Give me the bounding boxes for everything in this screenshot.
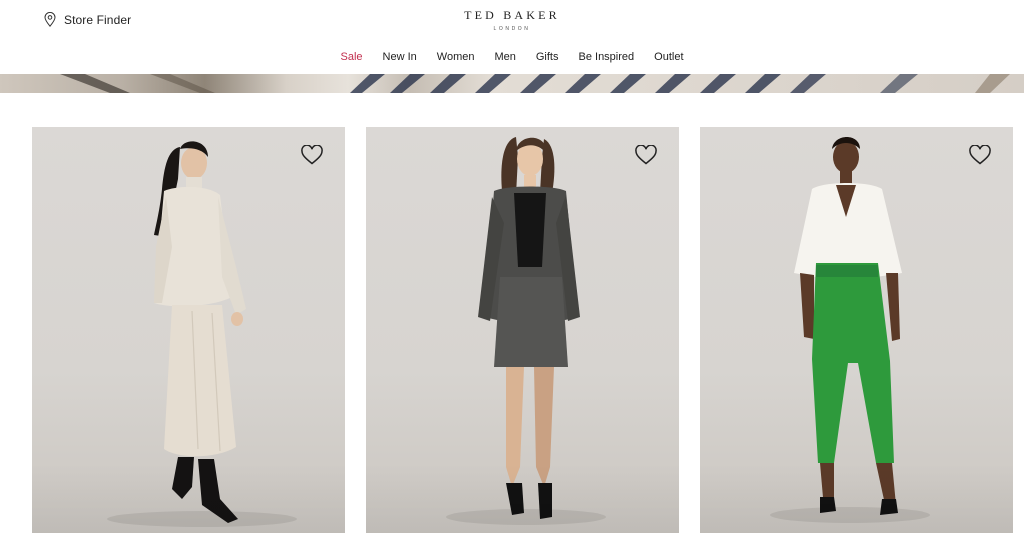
heart-outline-icon[interactable] — [969, 145, 991, 165]
heart-outline-icon[interactable] — [635, 145, 657, 165]
nav-item-gifts[interactable]: Gifts — [526, 51, 569, 63]
hero-banner-image — [60, 74, 1010, 93]
product-card[interactable] — [366, 127, 679, 533]
nav-item-outlet[interactable]: Outlet — [644, 51, 693, 63]
nav-item-new-in[interactable]: New In — [373, 51, 427, 63]
nav-item-men[interactable]: Men — [484, 51, 525, 63]
heart-outline-icon[interactable] — [301, 145, 323, 165]
product-card[interactable] — [700, 127, 1013, 533]
site-header: Store Finder TED BAKER LONDON Sale New I… — [0, 0, 1024, 74]
nav-item-be-inspired[interactable]: Be Inspired — [569, 51, 645, 63]
floor-shadow — [366, 463, 679, 533]
logo-subtext: LONDON — [493, 26, 531, 32]
nav-item-women[interactable]: Women — [427, 51, 485, 63]
main-nav: Sale New In Women Men Gifts Be Inspired … — [0, 51, 1024, 63]
nav-item-sale[interactable]: Sale — [330, 51, 372, 63]
product-card[interactable] — [32, 127, 345, 533]
floor-shadow — [32, 463, 345, 533]
brand-logo[interactable]: TED BAKER LONDON — [0, 8, 1024, 32]
hero-banner-strip[interactable] — [0, 74, 1024, 93]
logo-text: TED BAKER — [464, 8, 560, 22]
floor-shadow — [700, 463, 1013, 533]
